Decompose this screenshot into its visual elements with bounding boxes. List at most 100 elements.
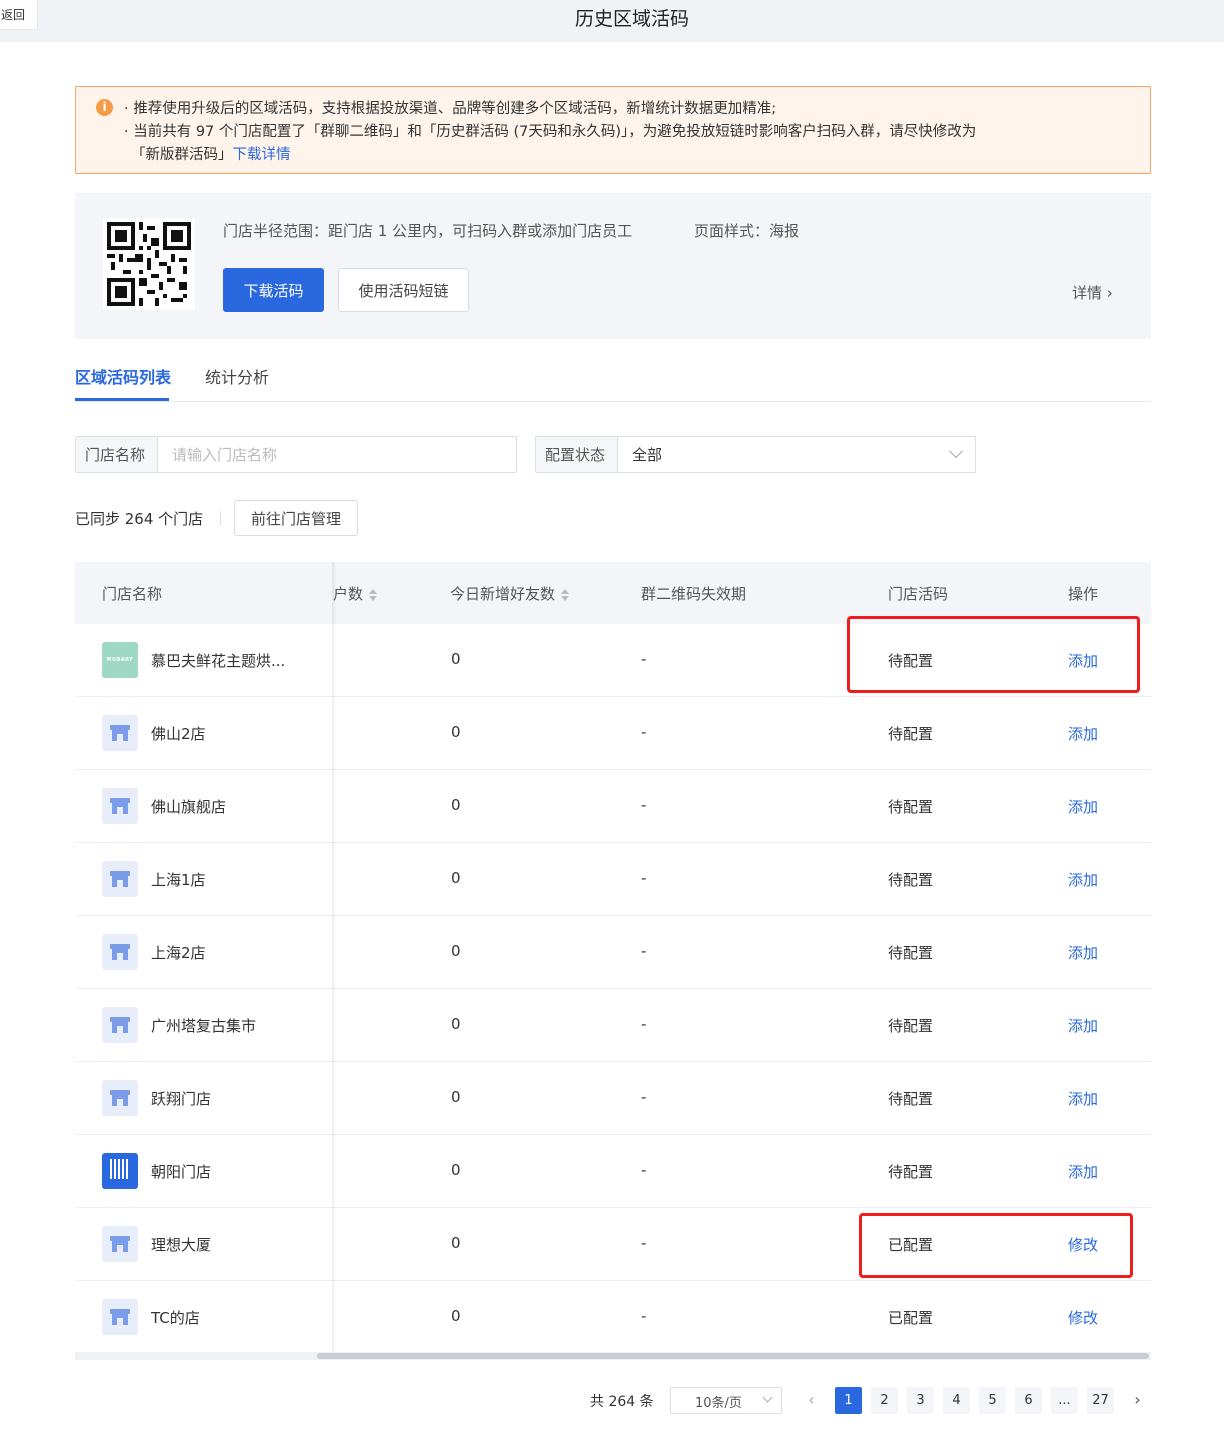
synced-store-count: 已同步 264 个门店 [75,510,204,528]
notice-line-2: · 当前共有 97 个门店配置了「群聊二维码」和「历史群活码 (7天码和永久码)… [124,124,977,140]
qr-expiry: - [641,942,647,960]
total-count: 共 264 条 [590,1394,654,1410]
store-avatar: MUBARF [102,642,138,678]
table-header: 门店名称 户数 今日新增好友数 群二维码失效期 门店活码 操作 [75,562,1151,624]
store-icon [102,944,138,974]
config-status: 已配置 [888,1309,934,1327]
qr-thumb-icon [110,1159,130,1179]
store-name: 上海2店 [151,944,206,962]
page-button[interactable]: 5 [979,1387,1006,1414]
chevron-down-icon [948,443,964,459]
store-name: 上海1店 [151,871,206,889]
store-avatar [102,1299,138,1335]
download-code-button[interactable]: 下载活码 [223,268,324,312]
config-status: 待配置 [888,944,934,962]
table-row: 广州塔复古集市 0 - 待配置 添加 [75,989,1151,1062]
config-status: 待配置 [888,725,934,743]
config-status-label: 配置状态 [536,437,618,472]
qr-code-image [103,218,195,310]
horizontal-scrollbar[interactable] [75,1352,1151,1360]
page-button[interactable]: 1 [835,1387,862,1414]
row-action-link[interactable]: 添加 [1068,1161,1098,1182]
tab-code-list[interactable]: 区域活码列表 [75,364,171,388]
header-action: 操作 [1068,585,1099,603]
store-icon [102,871,138,901]
table-row: 跃翔门店 0 - 待配置 添加 [75,1062,1151,1135]
page-ellipsis[interactable]: ... [1051,1387,1078,1414]
next-page-button[interactable]: › [1124,1387,1151,1414]
header-customers-label: 户数 [333,585,364,603]
row-action-link[interactable]: 添加 [1068,650,1098,671]
store-avatar [102,934,138,970]
store-icon [102,1309,138,1339]
notice-line-3-text: 「新版群活码」 [131,147,233,163]
row-action-link[interactable]: 添加 [1068,869,1098,890]
row-action-link[interactable]: 修改 [1068,1234,1098,1255]
store-icon [102,725,138,755]
config-status: 待配置 [888,871,934,889]
config-status: 待配置 [888,798,934,816]
row-action-link[interactable]: 添加 [1068,1015,1098,1036]
download-detail-link[interactable]: 下载详情 [233,147,291,163]
chevron-down-icon [762,1392,773,1403]
config-status: 已配置 [888,1236,934,1254]
page-title: 历史区域活码 [574,8,689,30]
header-customers[interactable]: 户数 [333,583,378,604]
table-row: 朝阳门店 0 - 待配置 添加 [75,1135,1151,1208]
page-size-select[interactable]: 10条/页 [670,1387,782,1414]
store-name: 佛山旗舰店 [151,798,227,816]
store-icon [102,798,138,828]
page-button[interactable]: 27 [1087,1387,1114,1414]
store-name: 朝阳门店 [151,1163,212,1181]
prev-page-button[interactable]: ‹ [798,1387,825,1414]
header-new-friends[interactable]: 今日新增好友数 [450,583,570,604]
page-button[interactable]: 3 [907,1387,934,1414]
store-name: 理想大厦 [151,1236,212,1254]
row-action-link[interactable]: 添加 [1068,723,1098,744]
divider [220,511,221,526]
tab-statistics[interactable]: 统计分析 [205,364,269,388]
store-avatar [102,715,138,751]
header-store-code: 门店活码 [888,585,949,603]
page-button[interactable]: 2 [871,1387,898,1414]
page-style-text: 页面样式：海报 [694,222,800,240]
config-status-filter[interactable]: 配置状态 全部 [535,436,976,473]
config-status: 待配置 [888,1017,934,1035]
row-action-link[interactable]: 添加 [1068,1088,1098,1109]
new-friends-count: 0 [451,1161,461,1179]
store-name-label: 门店名称 [76,437,158,472]
store-table: 门店名称 户数 今日新增好友数 群二维码失效期 门店活码 操作 MUBARF 慕巴… [75,562,1151,1354]
details-link[interactable]: 详情 › [1072,282,1113,303]
row-action-link[interactable]: 添加 [1068,796,1098,817]
store-name: 慕巴夫鲜花主题烘... [151,652,286,670]
table-row: 理想大厦 0 - 已配置 修改 [75,1208,1151,1281]
new-friends-count: 0 [451,942,461,960]
store-name-input[interactable] [158,437,514,472]
new-friends-count: 0 [451,796,461,814]
scrollbar-thumb[interactable] [317,1353,1149,1359]
row-action-link[interactable]: 修改 [1068,1307,1098,1328]
header-qr-expiry: 群二维码失效期 [641,585,747,603]
header-store-name: 门店名称 [102,585,163,603]
use-short-link-button[interactable]: 使用活码短链 [338,268,469,312]
row-action-link[interactable]: 添加 [1068,942,1098,963]
store-name: 佛山2店 [151,725,206,743]
qr-expiry: - [641,1234,647,1252]
store-name: TC的店 [151,1309,200,1327]
new-friends-count: 0 [451,1015,461,1033]
active-tab-indicator [75,398,169,401]
table-row: 佛山旗舰店 0 - 待配置 添加 [75,770,1151,843]
page-button[interactable]: 4 [943,1387,970,1414]
page-button[interactable]: 6 [1015,1387,1042,1414]
store-icon [102,1090,138,1120]
store-name: 跃翔门店 [151,1090,212,1108]
qr-expiry: - [641,796,647,814]
config-status-value: 全部 [632,446,663,464]
store-management-button[interactable]: 前往门店管理 [234,500,358,536]
new-friends-count: 0 [451,1307,461,1325]
config-status: 待配置 [888,1163,934,1181]
store-icon [102,1236,138,1266]
table-row: TC的店 0 - 已配置 修改 [75,1281,1151,1354]
table-row: 上海1店 0 - 待配置 添加 [75,843,1151,916]
new-friends-count: 0 [451,1234,461,1252]
